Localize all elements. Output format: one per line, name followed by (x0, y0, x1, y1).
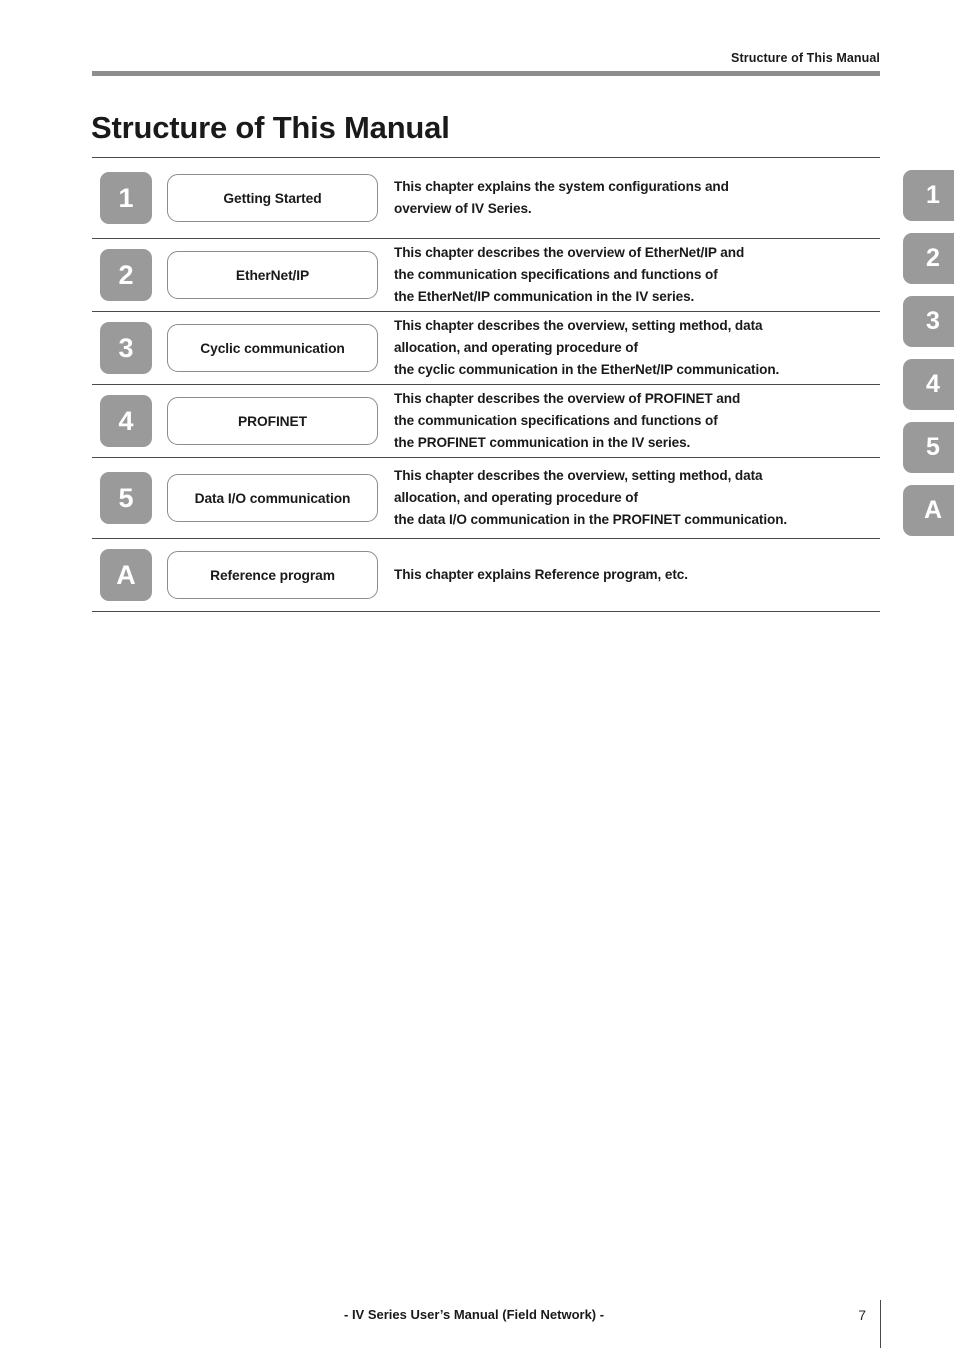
chapter-name-box[interactable]: Reference program (167, 551, 378, 599)
table-row: 5 Data I/O communication This chapter de… (92, 458, 880, 539)
chapter-description: This chapter describes the overview of E… (394, 244, 745, 305)
table-row: 3 Cyclic communication This chapter desc… (92, 312, 880, 385)
page-title: Structure of This Manual (91, 109, 450, 145)
chapter-badge: 1 (100, 172, 152, 224)
chapter-badge: 4 (100, 395, 152, 447)
footer-manual-caption: - IV Series User’s Manual (Field Network… (344, 1307, 605, 1322)
chapter-name-label: Cyclic communication (200, 340, 345, 356)
chapter-description: This chapter describes the overview, set… (394, 317, 780, 378)
side-tab-2[interactable]: 2 (903, 233, 954, 284)
chapter-badge: 5 (100, 472, 152, 524)
chapter-name-label: Reference program (210, 567, 335, 583)
chapter-name-label: EtherNet/IP (235, 267, 310, 283)
footer-inner: - IV Series User’s Manual (Field Network… (92, 1305, 880, 1329)
chapter-description: This chapter describes the overview, set… (394, 467, 788, 528)
table-row: 4 PROFINET This chapter describes the ov… (92, 385, 880, 458)
chapter-description: This chapter describes the overview of P… (394, 390, 741, 451)
chapter-name-box[interactable]: Getting Started (167, 174, 378, 222)
chapter-description: This chapter explains the system configu… (394, 178, 729, 216)
chapter-description: This chapter explains Reference program,… (394, 566, 688, 582)
chapter-name-box[interactable]: EtherNet/IP (167, 251, 378, 299)
chapter-name-label: Data I/O communication (194, 490, 351, 506)
side-tab-a[interactable]: A (903, 485, 954, 536)
side-tab-5[interactable]: 5 (903, 422, 954, 473)
chapter-badge: 3 (100, 322, 152, 374)
chapter-structure-table: 1 Getting Started This chapter explains … (92, 157, 880, 612)
chapter-badge: 2 (100, 249, 152, 301)
side-tab-3[interactable]: 3 (903, 296, 954, 347)
page-footer: - IV Series User’s Manual (Field Network… (92, 1305, 880, 1329)
chapter-badge: A (100, 549, 152, 601)
table-row: 1 Getting Started This chapter explains … (92, 158, 880, 239)
chapter-name-box[interactable]: PROFINET (167, 397, 378, 445)
table-row: A Reference program This chapter explain… (92, 539, 880, 612)
running-header: Structure of This Manual (92, 50, 880, 66)
running-header-text: Structure of This Manual (731, 51, 880, 65)
side-tab-1[interactable]: 1 (903, 170, 954, 221)
chapter-name-box[interactable]: Data I/O communication (167, 474, 378, 522)
table-row: 2 EtherNet/IP This chapter describes the… (92, 239, 880, 312)
side-tab-4[interactable]: 4 (903, 359, 954, 410)
chapter-name-label: PROFINET (238, 413, 307, 429)
footer-divider (880, 1300, 882, 1348)
footer-page-number: 7 (858, 1307, 866, 1323)
chapter-name-label: Getting Started (223, 190, 322, 206)
side-index-tabs: 1 2 3 4 5 A (903, 170, 954, 548)
chapter-name-box[interactable]: Cyclic communication (167, 324, 378, 372)
header-rule (92, 71, 880, 76)
